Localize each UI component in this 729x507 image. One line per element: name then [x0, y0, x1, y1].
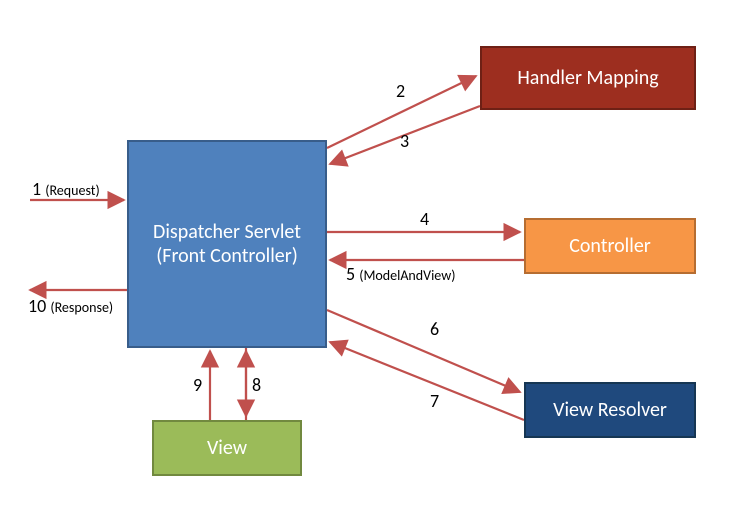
label-3: 3	[400, 130, 409, 152]
label-5: 5 (ModelAndView)	[346, 263, 455, 285]
arrow-6	[327, 310, 520, 392]
label-1: 1 (Request)	[32, 178, 100, 200]
label-6: 6	[430, 318, 439, 340]
label-2: 2	[396, 80, 405, 102]
dispatcher-line1: Dispatcher Servlet	[153, 220, 301, 244]
dispatcher-line2: (Front Controller)	[153, 244, 301, 268]
label-9: 9	[193, 374, 202, 396]
view-box: View	[152, 420, 302, 476]
controller-box: Controller	[524, 218, 696, 274]
label-7: 7	[430, 390, 439, 412]
dispatcher-servlet-box: Dispatcher Servlet (Front Controller)	[127, 140, 327, 348]
label-10: 10 (Response)	[28, 295, 113, 317]
label-4: 4	[420, 208, 429, 230]
handler-mapping-box: Handler Mapping	[480, 46, 696, 110]
label-8: 8	[252, 374, 261, 396]
view-resolver-box: View Resolver	[524, 382, 696, 438]
arrow-7	[330, 342, 524, 420]
